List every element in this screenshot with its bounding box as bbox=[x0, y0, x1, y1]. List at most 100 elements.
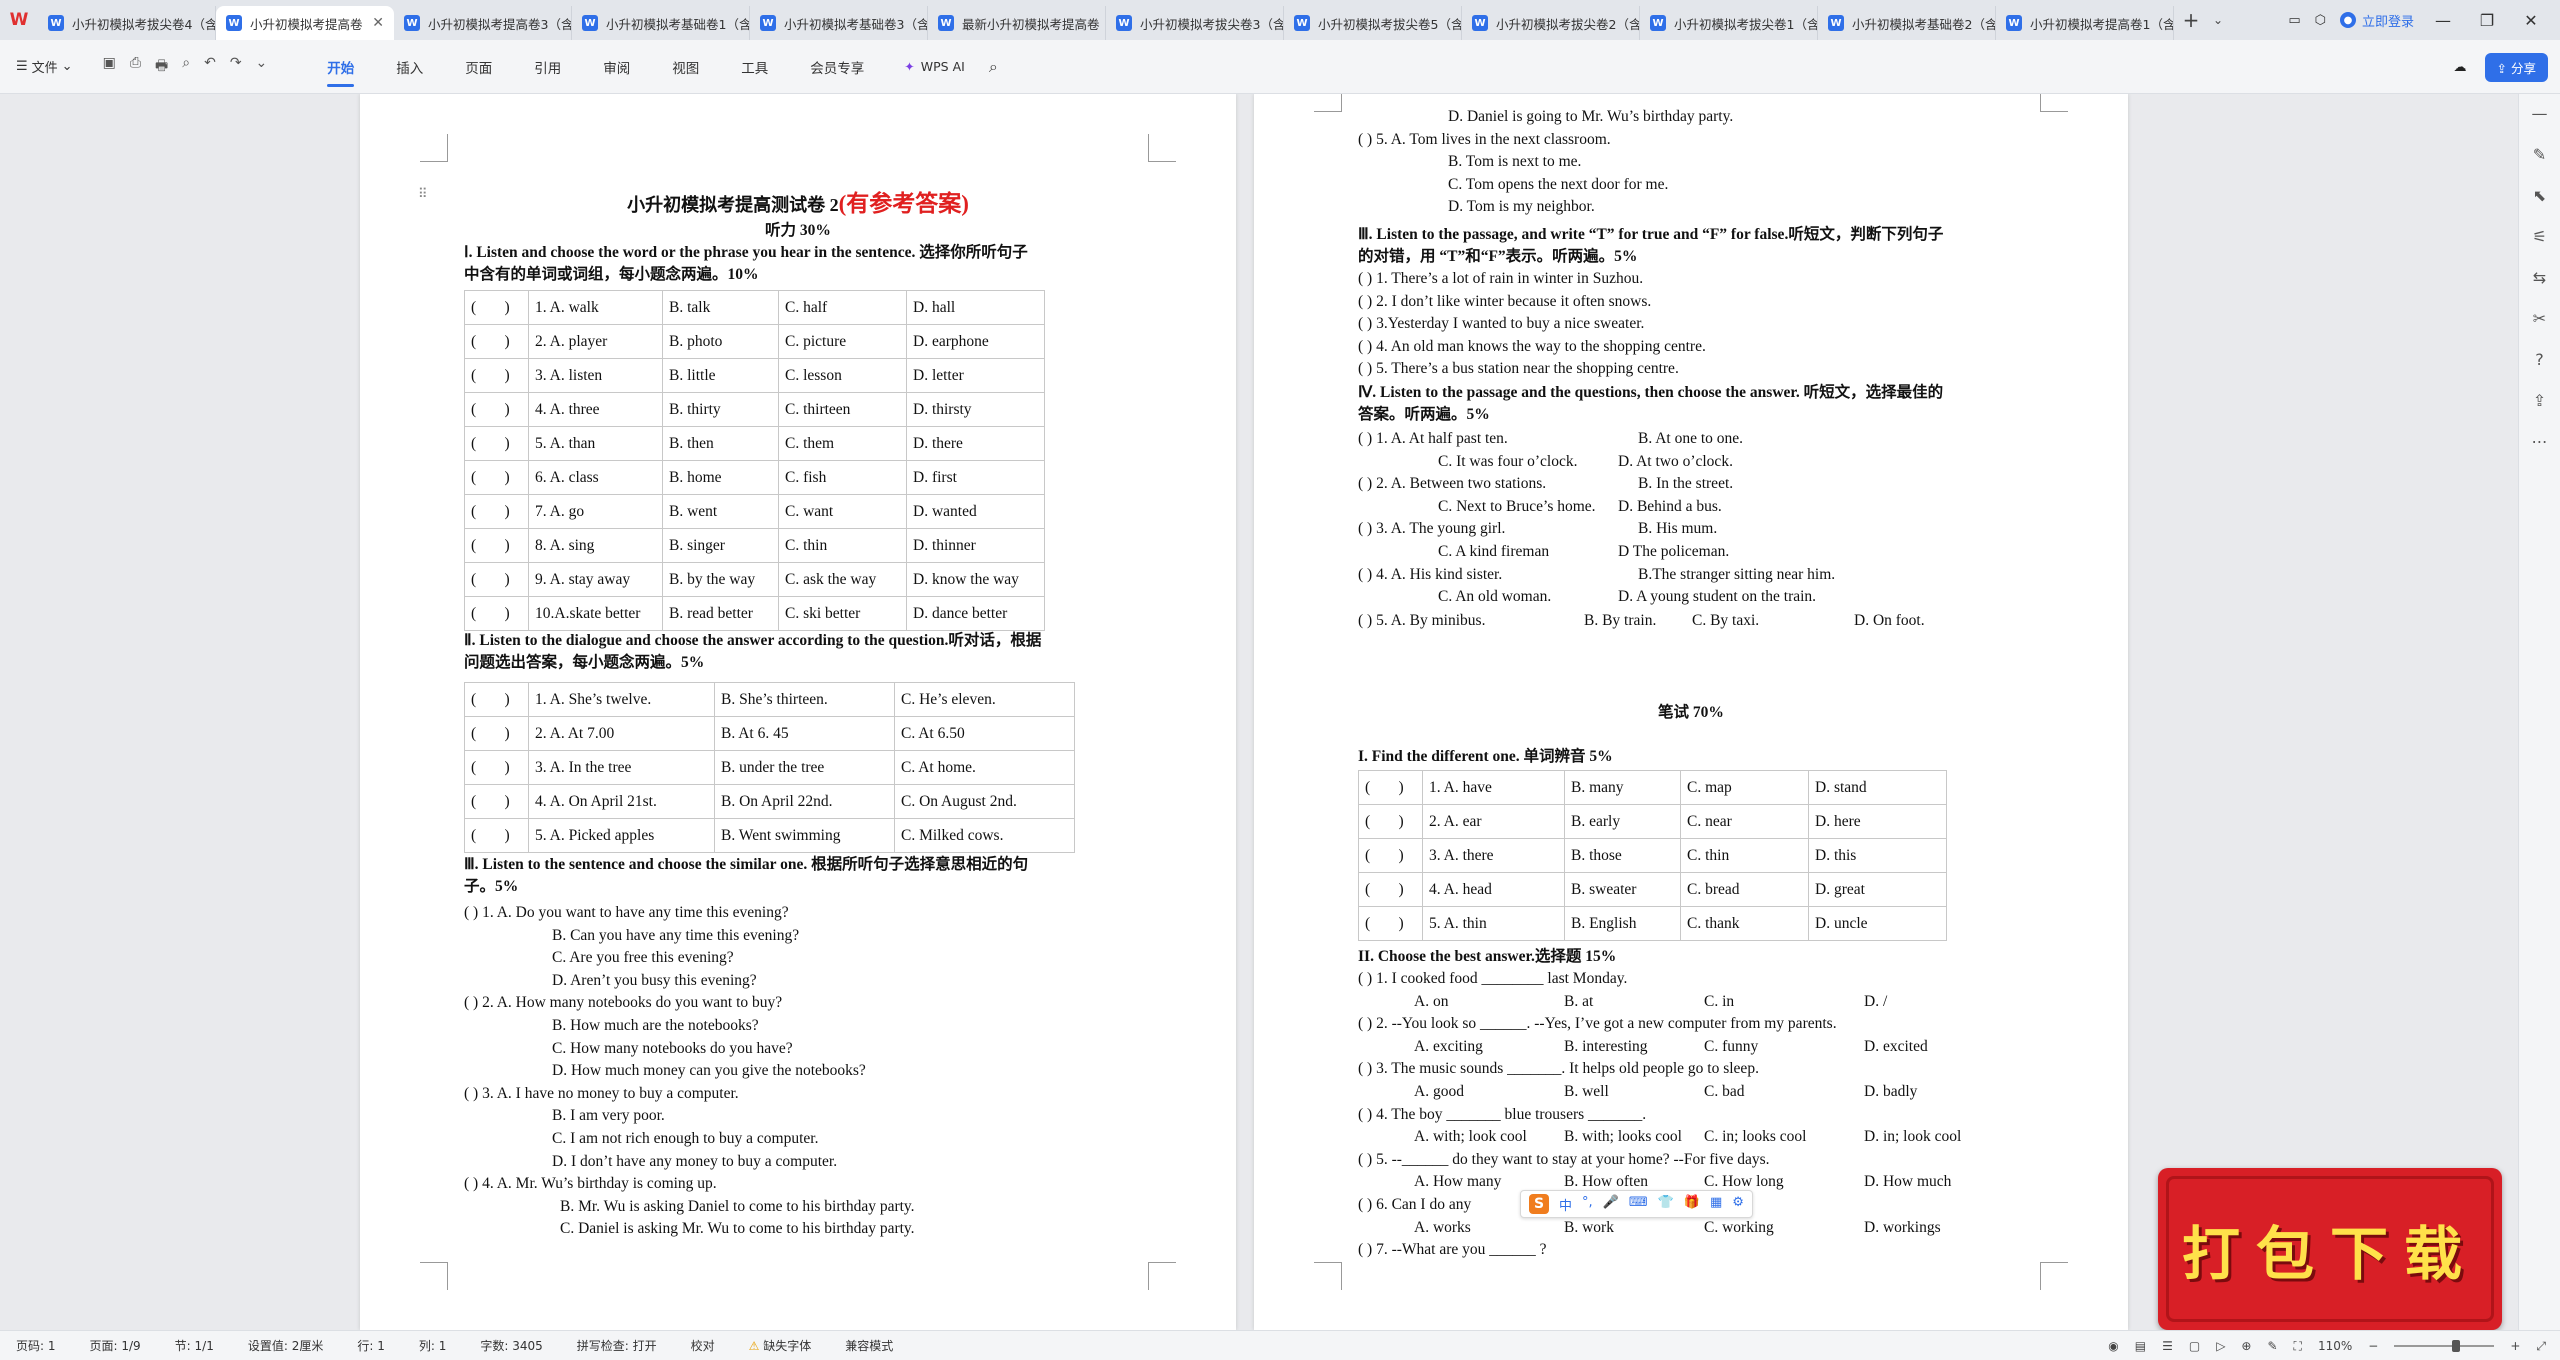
tab-document[interactable]: W 小升初模拟考拔尖卷3（含 bbox=[1106, 6, 1284, 40]
new-tab-button[interactable]: + bbox=[2174, 8, 2208, 32]
close-button[interactable]: ✕ bbox=[2516, 11, 2546, 30]
menu-tab[interactable]: 开始 bbox=[327, 57, 355, 87]
menu-tab[interactable]: 页面 bbox=[465, 57, 492, 77]
menu-tab[interactable]: 引用 bbox=[534, 57, 561, 77]
tab-document[interactable]: W 小升初模拟考基础卷3（含 bbox=[750, 6, 928, 40]
search-icon[interactable]: ⌕ bbox=[989, 57, 998, 77]
minimize-button[interactable]: — bbox=[2428, 11, 2458, 30]
tab-close-icon[interactable]: ✕ bbox=[372, 15, 384, 31]
status-page[interactable]: 页码: 1 bbox=[16, 1337, 56, 1354]
answer-option: B. at bbox=[1564, 992, 1594, 1010]
pen-icon[interactable]: ✎ bbox=[2533, 145, 2546, 164]
menu-tab[interactable]: 工具 bbox=[741, 57, 768, 77]
option-cell: 8. A. sing bbox=[528, 528, 663, 563]
window-layout-icon[interactable]: ▭ bbox=[2288, 13, 2300, 28]
undo-icon[interactable]: ↶ bbox=[204, 55, 216, 79]
option-cell: 1. A. walk bbox=[528, 290, 663, 325]
page-1[interactable]: ⠿ 小升初模拟考提高测试卷 2(有参考答案) 听力 30% Ⅰ. Listen … bbox=[360, 94, 1236, 1330]
redo-icon[interactable]: ↷ bbox=[230, 55, 242, 79]
write-mode-icon[interactable]: ✎ bbox=[2267, 1339, 2277, 1353]
status-spellcheck[interactable]: 拼写检查: 打开 bbox=[577, 1337, 657, 1354]
tab-document[interactable]: W 小升初模拟考提高卷 ✕ bbox=[216, 6, 394, 40]
zoom-out-icon[interactable]: − bbox=[2368, 1339, 2378, 1353]
zoom-level[interactable]: 110% bbox=[2318, 1339, 2352, 1353]
ime-toolbar[interactable]: S 中 °, 🎤 ⌨ 👕 🎁 ▦ ⚙ bbox=[1520, 1190, 1753, 1218]
ime-item-icon[interactable]: 🎁 bbox=[1684, 1195, 1700, 1214]
ime-item-icon[interactable]: 🎤 bbox=[1603, 1195, 1619, 1214]
status-proof[interactable]: 校对 bbox=[691, 1337, 715, 1354]
ime-item-icon[interactable]: ▦ bbox=[1710, 1195, 1722, 1214]
select-icon[interactable]: ⬉ bbox=[2533, 186, 2546, 205]
ime-item-icon[interactable]: ⚙ bbox=[1732, 1195, 1744, 1214]
more-chevron-icon[interactable]: ⌄ bbox=[256, 55, 268, 79]
web-view-icon[interactable]: ⊕ bbox=[2241, 1339, 2251, 1353]
zoom-slider[interactable] bbox=[2394, 1340, 2495, 1352]
help-icon[interactable]: ? bbox=[2535, 350, 2544, 369]
zoom-slider-knob[interactable] bbox=[2452, 1340, 2461, 1352]
tab-document[interactable]: W 最新小升初模拟考提高卷 bbox=[928, 6, 1106, 40]
menu-tab[interactable]: 审阅 bbox=[603, 57, 630, 77]
answer-blank: ) bbox=[498, 392, 529, 427]
tab-document[interactable]: W 小升初模拟考拔尖卷5（含 bbox=[1284, 6, 1462, 40]
option-cell: B. photo bbox=[662, 324, 779, 359]
question-line: B. I am very poor. bbox=[552, 1107, 665, 1125]
zoom-in-icon[interactable]: + bbox=[2510, 1339, 2520, 1353]
wps-logo-icon[interactable]: W bbox=[0, 0, 38, 40]
ime-item-icon[interactable]: °, bbox=[1582, 1195, 1593, 1214]
tab-document[interactable]: W 小升初模拟考提高卷3（含 bbox=[394, 6, 572, 40]
save-icon[interactable]: ▣ bbox=[103, 55, 116, 79]
status-words[interactable]: 字数: 3405 bbox=[480, 1337, 542, 1354]
tab-document[interactable]: W 小升初模拟考提高卷1（含 bbox=[1996, 6, 2174, 40]
status-pages[interactable]: 页面: 1/9 bbox=[90, 1337, 141, 1354]
collapse-icon[interactable]: — bbox=[2532, 104, 2548, 123]
page-view-icon[interactable]: ▤ bbox=[2135, 1339, 2146, 1353]
question-line: ( ) 1. I cooked food ________ last Monda… bbox=[1358, 970, 1628, 987]
tab-document[interactable]: W 小升初模拟考拔尖卷2（含 bbox=[1462, 6, 1640, 40]
tab-document[interactable]: W 小升初模拟考基础卷2（含 bbox=[1818, 6, 1996, 40]
print-preview-icon[interactable]: ⌕ bbox=[182, 55, 190, 79]
read-mode-icon[interactable]: ▢ bbox=[2189, 1339, 2200, 1353]
menu-tab[interactable]: 会员专享 bbox=[810, 57, 864, 77]
toolbar-right: ☁ ⇪ 分享 bbox=[2454, 40, 2548, 94]
ime-item-icon[interactable]: ⌨ bbox=[1629, 1195, 1648, 1214]
outline-view-icon[interactable]: ☰ bbox=[2162, 1339, 2173, 1353]
ime-item-icon[interactable]: 👕 bbox=[1658, 1195, 1674, 1214]
status-setting[interactable]: 设置值: 2厘米 bbox=[248, 1337, 324, 1354]
question-line: D The policeman. bbox=[1618, 543, 1730, 560]
restore-button[interactable]: ❐ bbox=[2472, 11, 2502, 30]
fit-page-icon[interactable]: ⛶ bbox=[2294, 1339, 2302, 1354]
page-2[interactable]: () 1. A. have B. many C. map D. stand() 2. A.… bbox=[1254, 94, 2128, 1330]
fullscreen-icon[interactable]: ⤢ bbox=[2536, 1339, 2546, 1354]
wps-ai-button[interactable]: ✦ WPS AI bbox=[904, 59, 965, 74]
cloud-sync-icon[interactable]: ☁ bbox=[2454, 60, 2467, 75]
menu-tab[interactable]: 插入 bbox=[396, 57, 423, 77]
play-icon[interactable]: ▷ bbox=[2216, 1339, 2225, 1353]
download-banner[interactable]: 打包下载 bbox=[2158, 1168, 2502, 1330]
document-area[interactable]: ⠿ 小升初模拟考提高测试卷 2(有参考答案) 听力 30% Ⅰ. Listen … bbox=[0, 94, 2518, 1330]
print-icon[interactable]: 🖶 bbox=[155, 55, 168, 79]
tab-document[interactable]: W 小升初模拟考拔尖卷1（含 bbox=[1640, 6, 1818, 40]
file-menu[interactable]: ☰ 文件 ⌄ bbox=[16, 57, 73, 76]
adjust-icon[interactable]: ⚟ bbox=[2532, 227, 2546, 246]
tab-list-chevron-icon[interactable]: ⌄ bbox=[2208, 13, 2228, 27]
eye-protect-icon[interactable]: ◉ bbox=[2108, 1339, 2118, 1353]
menu-tab[interactable]: 视图 bbox=[672, 57, 699, 77]
ime-item-icon[interactable]: 中 bbox=[1559, 1195, 1572, 1214]
crop-mark bbox=[420, 1262, 448, 1290]
share-button[interactable]: ⇪ 分享 bbox=[2484, 52, 2548, 82]
question-line: B. By train. bbox=[1584, 612, 1657, 629]
tab-document[interactable]: W 小升初模拟考基础卷1（含 bbox=[572, 6, 750, 40]
translate-icon[interactable]: ⇆ bbox=[2533, 268, 2546, 287]
option-cell: C. picture bbox=[778, 324, 907, 359]
status-missing-font[interactable]: ⚠ 缺失字体 bbox=[749, 1337, 812, 1354]
more-icon[interactable]: ⋯ bbox=[2532, 432, 2548, 451]
tools-icon[interactable]: ✂ bbox=[2533, 309, 2546, 328]
word-doc-icon: W bbox=[760, 15, 776, 31]
cube-icon[interactable]: ⬡ bbox=[2315, 13, 2326, 28]
export-pdf-icon[interactable]: ⎙ bbox=[130, 55, 141, 79]
login-button[interactable]: ● 立即登录 bbox=[2339, 11, 2414, 30]
question-table-1: () 1. A. walk B. talk C. half D. hall() 2. A.… bbox=[464, 290, 1045, 631]
status-section[interactable]: 节: 1/1 bbox=[175, 1337, 214, 1354]
share-icon[interactable]: ⇪ bbox=[2533, 391, 2546, 410]
tab-document[interactable]: W 小升初模拟考拔尖卷4（含 bbox=[38, 6, 216, 40]
